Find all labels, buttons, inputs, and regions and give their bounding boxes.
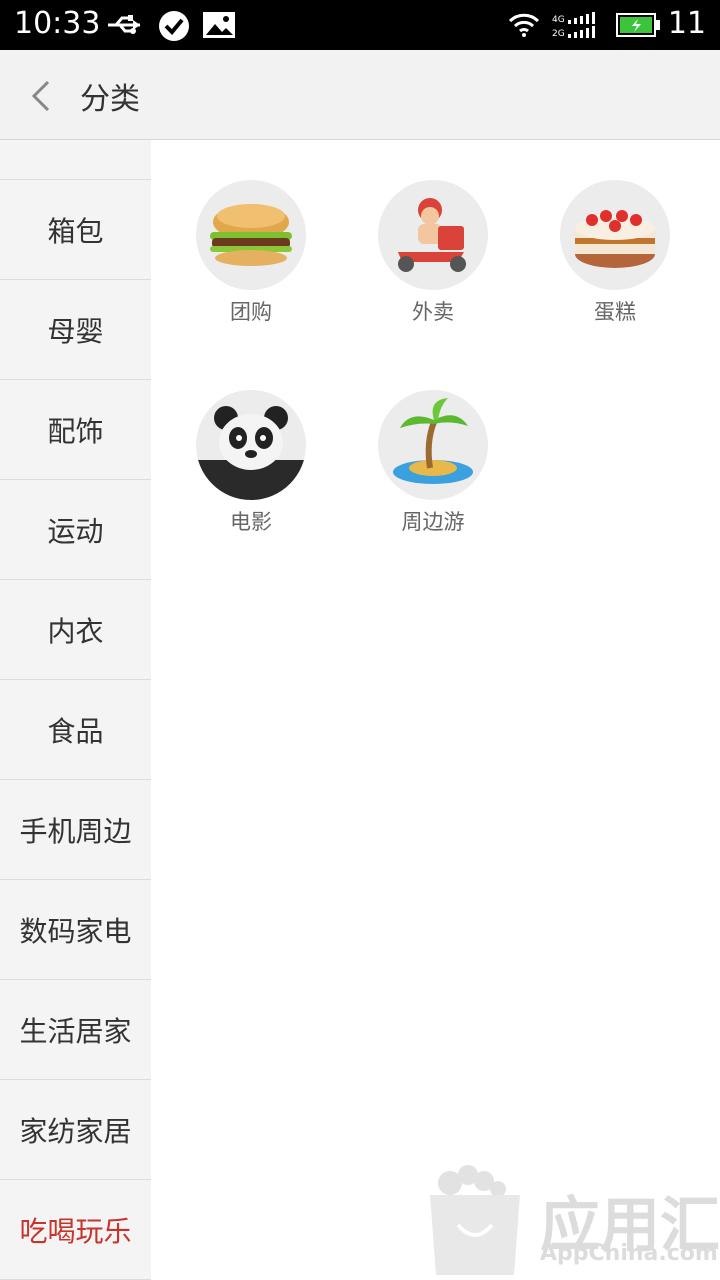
watermark-site: AppChina.com	[540, 1241, 718, 1266]
panda-icon	[196, 390, 306, 500]
sidebar-item-label: 数码家电	[19, 914, 132, 948]
back-arrow-icon[interactable]	[26, 78, 56, 114]
sidebar-item-label: 手机周边	[19, 814, 132, 848]
sidebar-item[interactable]: 箱包	[0, 180, 151, 280]
sidebar-item-active[interactable]: 吃喝玩乐	[0, 1180, 151, 1280]
battery-icon	[616, 13, 660, 37]
signal-icon: 4G 2G	[552, 12, 595, 39]
delivery-scooter-icon	[378, 180, 488, 290]
sidebar-item-label: 吃喝玩乐	[19, 1214, 132, 1248]
sidebar-item[interactable]: 手机周边	[0, 780, 151, 880]
category-tuangou[interactable]: 团购	[181, 180, 321, 326]
image-icon	[203, 12, 235, 38]
category-zhoubianyou[interactable]: 周边游	[363, 390, 503, 536]
status-bar: 10:33 4G 2G 11	[0, 0, 720, 50]
appchina-watermark: 应用汇 AppChina.com	[420, 1155, 720, 1280]
category-label: 蛋糕	[594, 300, 636, 324]
cake-icon	[560, 180, 670, 290]
sidebar-item-label: 母婴	[47, 314, 104, 348]
check-circle-icon	[159, 11, 189, 41]
status-time: 10:33	[14, 6, 101, 41]
category-grid: 团购 外卖 蛋糕 电影 周边游	[152, 140, 720, 1280]
wifi-icon	[508, 13, 540, 37]
category-waimai[interactable]: 外卖	[363, 180, 503, 326]
category-label: 电影	[230, 510, 272, 534]
sidebar-item[interactable]: 生活居家	[0, 980, 151, 1080]
sidebar-item-label: 家纺家居	[19, 1114, 132, 1148]
sidebar-item-label: 生活居家	[19, 1014, 132, 1048]
sidebar-item-partial[interactable]	[0, 140, 151, 180]
sidebar-item-label: 运动	[47, 514, 104, 548]
sidebar-item-label: 内衣	[47, 614, 104, 648]
category-label: 团购	[230, 300, 272, 324]
svg-text:4G: 4G	[552, 15, 565, 25]
sidebar-item[interactable]: 内衣	[0, 580, 151, 680]
sidebar-item[interactable]: 配饰	[0, 380, 151, 480]
sidebar-item[interactable]: 数码家电	[0, 880, 151, 980]
category-dangao[interactable]: 蛋糕	[545, 180, 685, 326]
shopping-bag-logo-icon	[430, 1165, 520, 1275]
category-dianying[interactable]: 电影	[181, 390, 321, 536]
sidebar-item-label: 箱包	[47, 214, 104, 248]
sidebar-item-label: 配饰	[47, 414, 104, 448]
sidebar-item[interactable]: 运动	[0, 480, 151, 580]
status-number: 11	[667, 6, 706, 41]
svg-text:2G: 2G	[552, 29, 565, 39]
header-bar: 分类	[0, 50, 720, 140]
category-label: 外卖	[412, 300, 454, 324]
usb-icon	[108, 15, 140, 34]
burger-icon	[196, 180, 306, 290]
sidebar-item-label: 食品	[47, 714, 104, 748]
category-label: 周边游	[401, 510, 465, 534]
page-title: 分类	[80, 82, 140, 117]
sidebar-item[interactable]: 家纺家居	[0, 1080, 151, 1180]
sidebar-item[interactable]: 母婴	[0, 280, 151, 380]
sidebar-item[interactable]: 食品	[0, 680, 151, 780]
category-sidebar[interactable]: 箱包 母婴 配饰 运动 内衣 食品 手机周边 数码家电 生活居家 家纺家居 吃喝…	[0, 140, 151, 1280]
palm-island-icon	[378, 390, 488, 500]
